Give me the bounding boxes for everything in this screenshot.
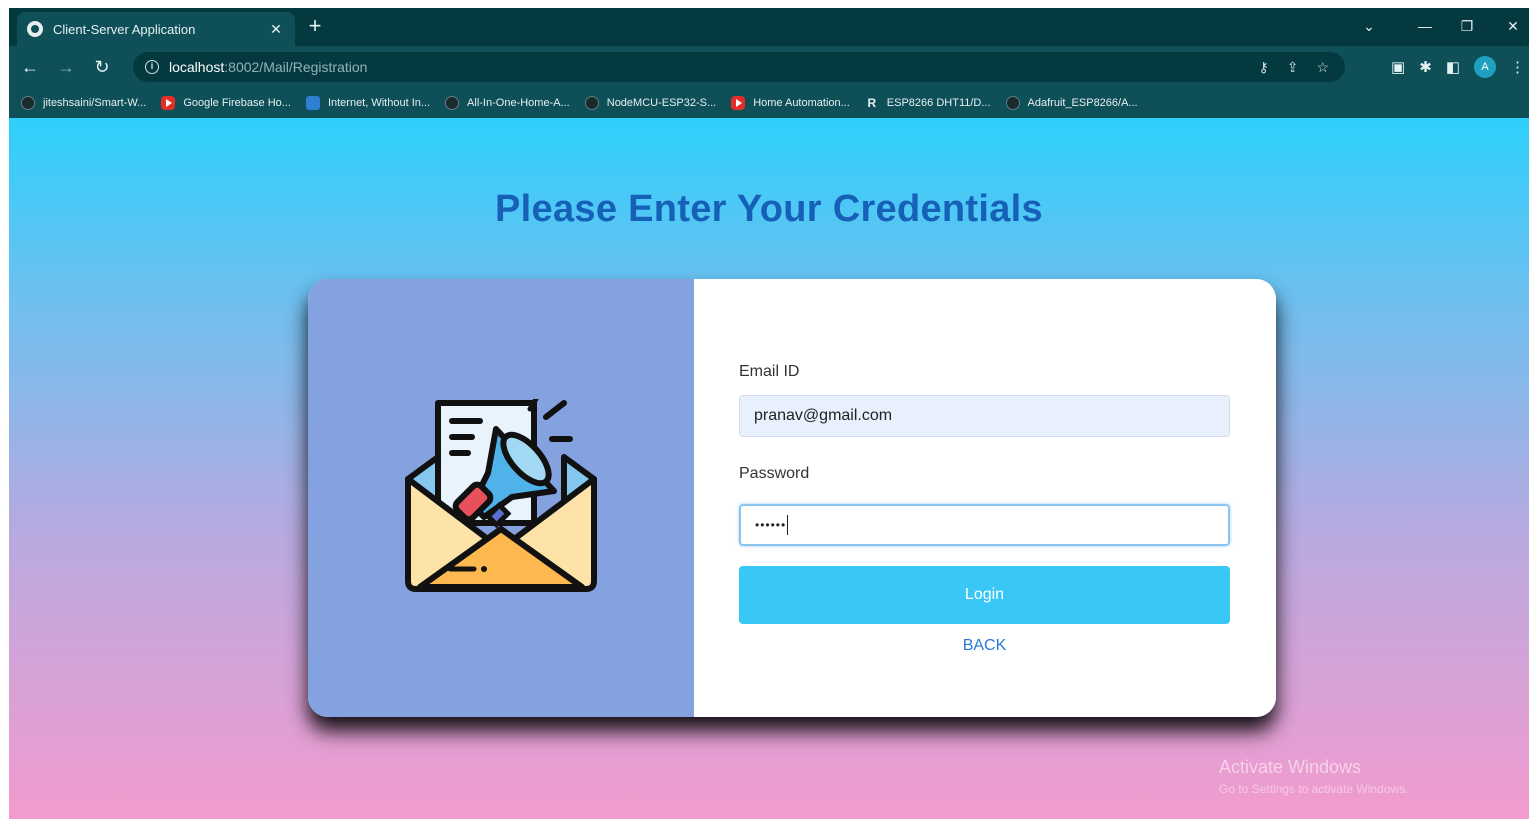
bookmark-item[interactable]: Google Firebase Ho... [161,96,291,110]
url-host: localhost [169,59,225,75]
email-value: pranav@gmail.com [754,407,893,424]
bookmark-label: jiteshsaini/Smart-W... [43,97,147,109]
login-card: Email ID pranav@gmail.com Password •••••… [308,279,1276,717]
doc-icon [305,96,320,110]
close-tab-icon[interactable]: ✕ [267,21,285,38]
browser-toolbar: ← → ↻ i localhost:8002/Mail/Registration… [9,46,1529,88]
tab-search-icon[interactable]: ⌄ [1349,14,1389,38]
bookmark-label: ESP8266 DHT11/D... [886,97,991,109]
watermark-title: Activate Windows [1219,757,1362,777]
github-icon [1005,96,1020,110]
address-bar[interactable]: i localhost:8002/Mail/Registration ⚷ ⇪ ☆ [133,52,1345,82]
bookmarks-bar: jiteshsaini/Smart-W... Google Firebase H… [9,88,1529,118]
new-tab-button[interactable]: + [303,14,327,38]
tab-strip: Client-Server Application ✕ + ⌄ — ❐ ✕ [9,8,1529,46]
bookmark-label: Google Firebase Ho... [183,97,291,109]
password-field[interactable]: •••••• [739,504,1230,546]
back-link[interactable]: BACK [739,637,1230,655]
bookmark-item[interactable]: Internet, Without In... [305,96,431,110]
github-icon [21,96,35,110]
url-path: :8002/Mail/Registration [224,59,368,75]
bookmark-item[interactable]: R ESP8266 DHT11/D... [865,96,991,110]
password-value: •••••• [755,518,787,532]
illustration-panel [308,279,694,717]
extension-icon[interactable]: ▣ [1391,58,1405,76]
tab-client-server[interactable]: Client-Server Application ✕ [17,12,295,46]
bookmark-item[interactable]: NodeMCU-ESP32-S... [584,96,717,110]
activate-windows-watermark: Activate Windows Go to Settings to activ… [1219,756,1408,800]
bookmark-label: All-In-One-Home-A... [467,97,570,109]
menu-kebab-icon[interactable]: ⋮ [1510,58,1525,76]
bookmark-item[interactable]: Home Automation... [731,96,850,110]
site-info-icon[interactable]: i [145,60,159,74]
close-window-icon[interactable]: ✕ [1493,14,1529,38]
github-icon [445,96,460,110]
bookmark-star-icon[interactable]: ☆ [1316,59,1329,76]
youtube-icon [161,96,176,110]
bookmark-label: Home Automation... [753,97,850,109]
forward-arrow-icon[interactable]: → [51,52,81,82]
back-arrow-icon[interactable]: ← [15,52,45,82]
page-title: Please Enter Your Credentials [495,188,1043,230]
bookmark-label: Adafruit_ESP8266/A... [1027,97,1138,109]
youtube-icon [731,96,746,110]
bookmark-item[interactable]: jiteshsaini/Smart-W... [21,96,146,110]
watermark-subtitle: Go to Settings to activate Windows. [1219,782,1409,796]
share-icon[interactable]: ⇪ [1287,59,1299,76]
email-field[interactable]: pranav@gmail.com [739,395,1230,437]
text-caret [787,515,789,535]
page-content: Please Enter Your Credentials Email ID p… [9,118,1529,819]
key-icon[interactable]: ⚷ [1258,59,1268,76]
side-panel-icon[interactable]: ◧ [1446,58,1460,76]
profile-avatar[interactable]: A [1474,56,1496,78]
mail-megaphone-icon [405,399,597,592]
bookmark-label: Internet, Without In... [327,97,431,109]
globe-icon [27,21,43,37]
browser-window: Client-Server Application ✕ + ⌄ — ❐ ✕ ← … [9,8,1529,819]
login-form: Email ID pranav@gmail.com Password •••••… [694,279,1276,717]
extensions-puzzle-icon[interactable]: ✱ [1419,58,1432,76]
password-label: Password [739,465,810,482]
github-icon [584,96,599,110]
login-button[interactable]: Login [739,566,1230,624]
bookmark-item[interactable]: Adafruit_ESP8266/A... [1005,96,1138,110]
bookmark-item[interactable]: All-In-One-Home-A... [445,96,570,110]
tab-title: Client-Server Application [53,21,196,37]
bookmark-label: NodeMCU-ESP32-S... [606,97,717,109]
restore-icon[interactable]: ❐ [1447,14,1487,38]
r-icon: R [867,96,877,110]
minimize-icon[interactable]: — [1405,14,1445,38]
email-label: Email ID [739,363,800,380]
reload-icon[interactable]: ↻ [87,52,117,82]
